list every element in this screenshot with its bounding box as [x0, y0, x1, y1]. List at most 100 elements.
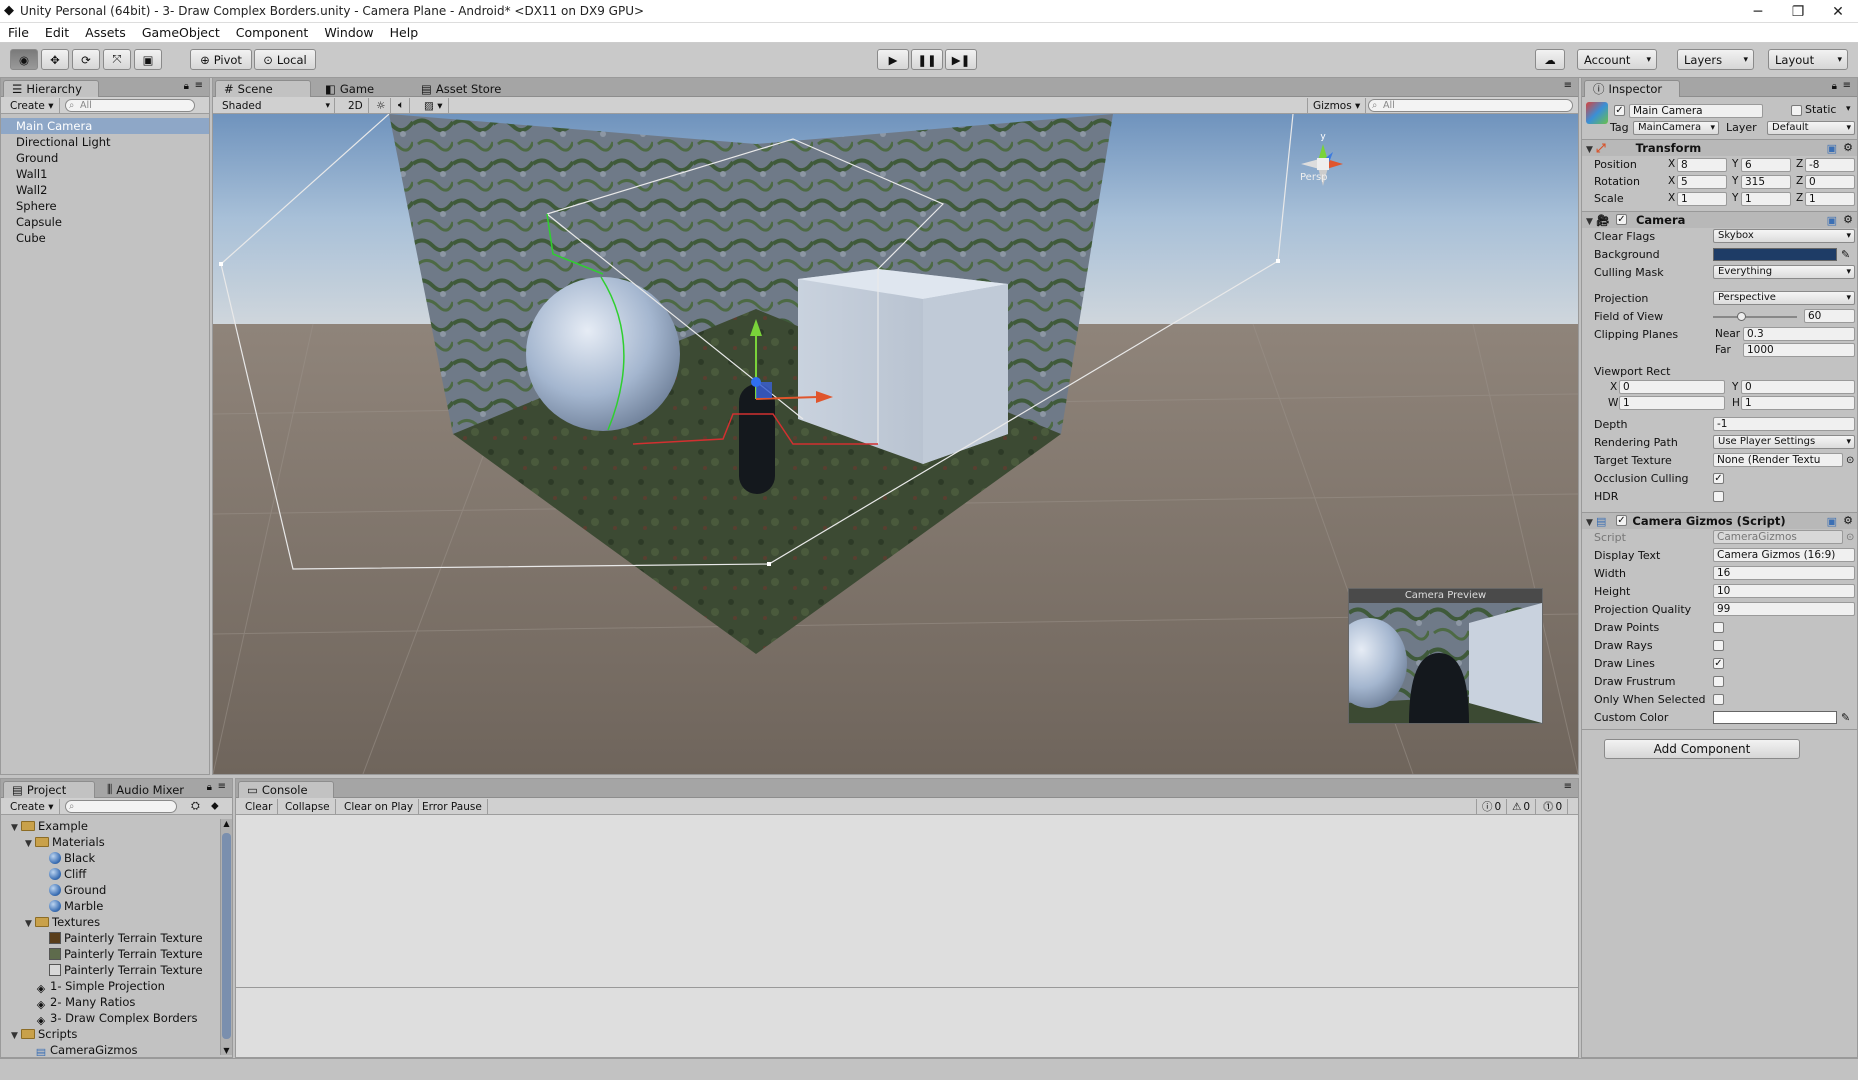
project-tree-item[interactable]: Black — [39, 850, 95, 866]
move-tool-icon[interactable]: ✥ — [41, 49, 69, 70]
draw-lines-checkbox[interactable]: ✓ — [1713, 658, 1724, 669]
foldout-icon[interactable]: ▼ — [11, 820, 21, 836]
project-search-input[interactable]: ⌕ — [65, 800, 177, 813]
rotation-y[interactable]: 315 — [1741, 175, 1791, 189]
position-x[interactable]: 8 — [1677, 158, 1727, 172]
rotate-tool-icon[interactable]: ⟳ — [72, 49, 100, 70]
filter-type-icon[interactable]: ⛭ — [191, 799, 200, 813]
far-field[interactable]: 1000 — [1743, 343, 1855, 357]
shading-dropdown[interactable]: Shaded ▾ — [217, 98, 335, 113]
project-create-button[interactable]: Create ▾ — [5, 799, 60, 814]
lighting-toggle-icon[interactable]: ☼ — [371, 98, 392, 113]
tab-project[interactable]: ▤ Project — [3, 781, 95, 798]
camera-header[interactable]: ▼ 🎥︎ ✓ Camera ▣ ⚙ — [1582, 211, 1857, 228]
hierarchy-item[interactable]: Sphere — [1, 198, 209, 214]
panel-menu-icon[interactable]: ≡ — [1843, 80, 1851, 91]
console-clear-on-play-button[interactable]: Clear on Play — [339, 799, 420, 814]
pivot-toggle[interactable]: ⊕ Pivot — [190, 49, 252, 70]
console-collapse-button[interactable]: Collapse — [280, 799, 336, 814]
console-log-list[interactable] — [236, 817, 1578, 987]
audio-toggle-icon[interactable]: 🔈︎ — [393, 98, 411, 113]
layers-dropdown[interactable]: Layers ▾ — [1677, 49, 1754, 70]
rotation-x[interactable]: 5 — [1677, 175, 1727, 189]
panel-menu-icon[interactable]: ≡ — [1564, 80, 1572, 91]
projection-quality-field[interactable]: 99 — [1713, 602, 1855, 616]
project-tree-item[interactable]: ▼ Materials — [25, 834, 105, 850]
viewport-w[interactable]: 1 — [1619, 396, 1725, 410]
project-tree-item[interactable]: Marble — [39, 898, 103, 914]
persp-label[interactable]: Persp — [1300, 172, 1328, 183]
height-field[interactable]: 10 — [1713, 584, 1855, 598]
project-tree-item[interactable]: ▼ Scripts — [11, 1026, 77, 1042]
project-tree-item[interactable]: ▼ Example — [11, 818, 88, 834]
background-color-swatch[interactable] — [1713, 248, 1837, 261]
account-dropdown[interactable]: Account ▾ — [1577, 49, 1657, 70]
project-scrollbar[interactable]: ▲ ▼ — [220, 819, 232, 1055]
pause-button[interactable]: ❚❚ — [911, 49, 943, 70]
console-error-pause-button[interactable]: Error Pause — [417, 799, 488, 814]
position-z[interactable]: -8 — [1805, 158, 1855, 172]
scale-tool-icon[interactable]: ⤧ — [103, 49, 131, 70]
help-icon[interactable]: ▣ — [1827, 514, 1837, 530]
log-count-toggle[interactable]: ⓘ 0 — [1476, 799, 1508, 814]
object-picker-icon[interactable]: ⊙ — [1846, 453, 1854, 468]
project-tree-item[interactable]: ▼ Textures — [25, 914, 100, 930]
hierarchy-item[interactable]: Cube — [1, 230, 209, 246]
eyedropper-icon[interactable]: ✎ — [1841, 247, 1850, 262]
layout-dropdown[interactable]: Layout ▾ — [1768, 49, 1848, 70]
tab-inspector[interactable]: ⓘ Inspector — [1584, 80, 1680, 97]
local-toggle[interactable]: ⊙ Local — [254, 49, 316, 70]
menu-gameobject[interactable]: GameObject — [134, 25, 228, 40]
menu-assets[interactable]: Assets — [77, 25, 134, 40]
cloud-button[interactable]: ☁ — [1535, 49, 1565, 70]
project-tree-item[interactable]: ◈ 3- Draw Complex Borders — [25, 1010, 198, 1027]
foldout-icon[interactable]: ▼ — [25, 836, 35, 852]
view-tool-eye-icon[interactable]: ◉ — [10, 49, 38, 70]
scroll-up-icon[interactable]: ▲ — [221, 819, 232, 828]
tab-console[interactable]: ▭ Console — [238, 781, 334, 798]
help-icon[interactable]: ▣ — [1827, 213, 1837, 229]
project-tree-item[interactable]: Ground — [39, 882, 106, 898]
minimize-icon[interactable]: ─ — [1738, 0, 1778, 23]
culling-mask-dropdown[interactable]: Everything — [1713, 265, 1855, 279]
hierarchy-item[interactable]: Directional Light — [1, 134, 209, 150]
lock-icon[interactable]: 🔒︎ — [207, 782, 212, 793]
tab-asset-store[interactable]: ▤ Asset Store — [413, 80, 523, 97]
close-icon[interactable]: ✕ — [1818, 0, 1858, 23]
console-detail-area[interactable] — [236, 988, 1578, 1057]
gear-icon[interactable]: ⚙ — [1843, 212, 1853, 228]
scale-y[interactable]: 1 — [1741, 192, 1791, 206]
active-checkbox[interactable]: ✓ — [1614, 105, 1625, 116]
filter-label-icon[interactable]: ⬥ — [211, 799, 219, 813]
menu-window[interactable]: Window — [316, 25, 381, 40]
foldout-icon[interactable]: ▼ — [25, 916, 35, 932]
hierarchy-search-input[interactable]: ⌕ All — [65, 99, 195, 112]
scale-x[interactable]: 1 — [1677, 192, 1727, 206]
mode-2d-toggle[interactable]: 2D — [343, 98, 369, 113]
scale-z[interactable]: 1 — [1805, 192, 1855, 206]
display-text-field[interactable]: Camera Gizmos (16:9) — [1713, 548, 1855, 562]
step-button[interactable]: ▶❚ — [945, 49, 977, 70]
gear-icon[interactable]: ⚙ — [1843, 140, 1853, 156]
tab-scene[interactable]: # Scene — [215, 80, 311, 97]
rendering-path-dropdown[interactable]: Use Player Settings — [1713, 435, 1855, 449]
rect-tool-icon[interactable]: ▣ — [134, 49, 162, 70]
fov-field[interactable]: 60 — [1804, 309, 1855, 323]
error-count-toggle[interactable]: ⓵0 — [1538, 799, 1569, 814]
hierarchy-item[interactable]: Ground — [1, 150, 209, 166]
play-button[interactable]: ▶ — [877, 49, 909, 70]
project-tree-item[interactable]: Cliff — [39, 866, 86, 882]
viewport-x[interactable]: 0 — [1619, 380, 1725, 394]
scene-search-input[interactable]: ⌕ All — [1368, 99, 1573, 112]
draw-rays-checkbox[interactable] — [1713, 640, 1724, 651]
console-clear-button[interactable]: Clear — [240, 799, 279, 814]
depth-field[interactable]: -1 — [1713, 417, 1855, 431]
position-y[interactable]: 6 — [1741, 158, 1791, 172]
project-tree-item[interactable]: Painterly Terrain Texture — [39, 962, 203, 978]
project-tree-item[interactable]: ▤ CameraGizmos — [25, 1042, 138, 1056]
fov-slider-thumb[interactable] — [1737, 312, 1746, 321]
custom-color-swatch[interactable] — [1713, 711, 1837, 724]
fov-slider-track[interactable] — [1713, 316, 1797, 318]
hdr-checkbox[interactable] — [1713, 491, 1724, 502]
menu-file[interactable]: File — [0, 25, 37, 40]
